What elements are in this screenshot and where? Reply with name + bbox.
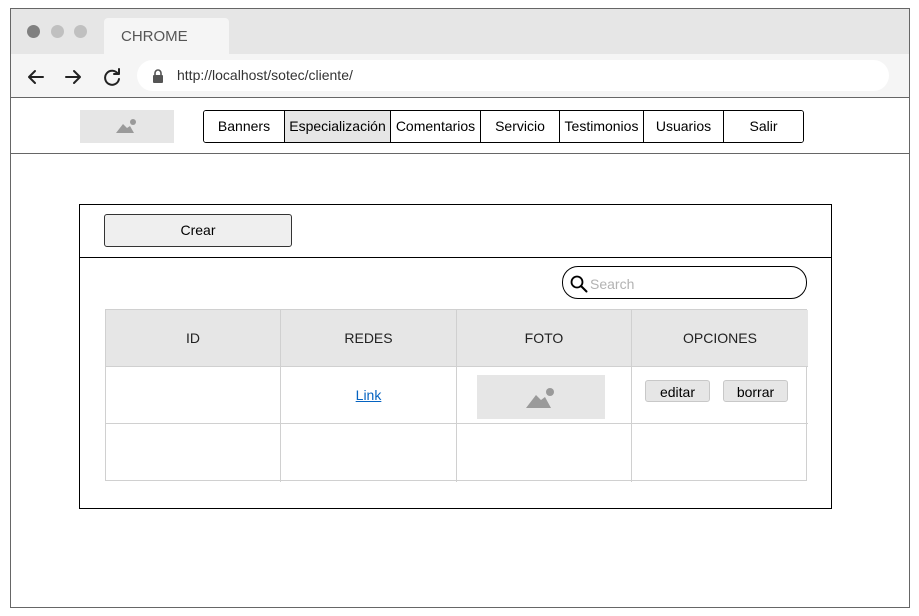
close-window-dot[interactable]	[27, 25, 40, 38]
cell-id	[106, 367, 281, 424]
panel-toolbar: Crear	[80, 205, 831, 258]
cell-redes	[281, 424, 457, 482]
browser-tab[interactable]: CHROME	[104, 18, 229, 54]
nav-item-usuarios[interactable]: Usuarios	[643, 111, 723, 142]
cell-opciones: editar borrar	[632, 367, 808, 424]
cell-foto	[457, 367, 632, 424]
url-text: http://localhost/sotec/cliente/	[177, 67, 353, 83]
column-header-id: ID	[106, 310, 281, 367]
search-icon	[570, 275, 588, 293]
create-button[interactable]: Crear	[104, 214, 292, 247]
column-header-redes: REDES	[281, 310, 457, 367]
nav-item-salir[interactable]: Salir	[723, 111, 803, 142]
cell-foto	[457, 424, 632, 482]
maximize-window-dot[interactable]	[74, 25, 87, 38]
browser-titlebar: CHROME	[11, 9, 909, 54]
data-table: ID REDES FOTO OPCIONES Link editar borra…	[105, 309, 808, 482]
cell-redes: Link	[281, 367, 457, 424]
nav-item-testimonios[interactable]: Testimonios	[559, 111, 643, 142]
edit-button[interactable]: editar	[645, 380, 710, 402]
photo-placeholder	[477, 375, 605, 419]
image-placeholder-icon	[116, 119, 136, 133]
search-box[interactable]	[562, 266, 807, 299]
cell-id	[106, 424, 281, 482]
column-header-foto: FOTO	[457, 310, 632, 367]
content-panel: Crear ID REDES FOTO OPCIONES Link	[79, 204, 832, 509]
address-bar: http://localhost/sotec/cliente/	[11, 54, 909, 98]
reload-icon[interactable]	[101, 66, 123, 88]
nav-item-servicio[interactable]: Servicio	[480, 111, 559, 142]
lock-icon	[153, 69, 163, 83]
url-field[interactable]: http://localhost/sotec/cliente/	[137, 60, 889, 91]
browser-window: CHROME http://localhost/sotec/cliente/ B…	[10, 8, 910, 608]
column-header-opciones: OPCIONES	[632, 310, 808, 367]
back-arrow-icon[interactable]	[25, 66, 47, 88]
logo-placeholder	[80, 110, 174, 143]
cell-opciones	[632, 424, 808, 482]
nav-item-banners[interactable]: Banners	[204, 111, 284, 142]
minimize-window-dot[interactable]	[51, 25, 64, 38]
delete-button[interactable]: borrar	[723, 380, 788, 402]
nav-item-especializacion[interactable]: Especialización	[284, 111, 390, 142]
main-nav: Banners Especialización Comentarios Serv…	[203, 110, 804, 143]
search-input[interactable]	[588, 271, 792, 296]
redes-link[interactable]: Link	[281, 387, 456, 403]
forward-arrow-icon[interactable]	[62, 66, 84, 88]
image-placeholder-icon	[526, 388, 554, 408]
site-header: Banners Especialización Comentarios Serv…	[11, 98, 909, 154]
nav-item-comentarios[interactable]: Comentarios	[390, 111, 480, 142]
